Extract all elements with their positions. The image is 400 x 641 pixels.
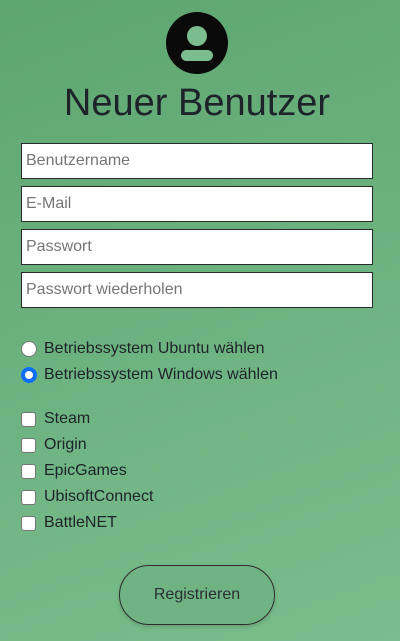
checkbox-battlenet[interactable]: BattleNET xyxy=(21,512,117,534)
checkbox-box[interactable] xyxy=(21,515,36,531)
avatar xyxy=(166,12,228,74)
username-input[interactable] xyxy=(21,143,373,179)
checkbox-box[interactable] xyxy=(21,437,36,453)
radio-label-ubuntu: Betriebssystem Ubuntu wählen xyxy=(44,340,265,357)
checkbox-label-steam: Steam xyxy=(44,410,91,427)
checkbox-box[interactable] xyxy=(21,411,36,427)
checkbox-ubisoftconnect[interactable]: UbisoftConnect xyxy=(21,486,153,508)
password-repeat-input[interactable] xyxy=(21,272,373,308)
checkbox-box[interactable] xyxy=(21,463,36,479)
radio-label-windows: Betriebssystem Windows wählen xyxy=(44,366,278,383)
radio-os-windows[interactable]: Betriebssystem Windows wählen xyxy=(21,364,278,386)
checkbox-label-battlenet: BattleNET xyxy=(44,514,117,531)
checkbox-steam[interactable]: Steam xyxy=(21,408,90,430)
radio-os-ubuntu[interactable]: Betriebssystem Ubuntu wählen xyxy=(21,338,265,360)
page-title: Neuer Benutzer xyxy=(63,82,331,124)
password-input[interactable] xyxy=(21,229,373,265)
radio-button-unchecked[interactable] xyxy=(21,341,37,357)
checkbox-origin[interactable]: Origin xyxy=(21,434,87,456)
checkbox-epicgames[interactable]: EpicGames xyxy=(21,460,127,482)
user-avatar-icon xyxy=(166,12,228,74)
checkbox-label-epicgames: EpicGames xyxy=(44,462,127,479)
checkbox-label-origin: Origin xyxy=(44,436,87,453)
radio-button-checked[interactable] xyxy=(21,367,37,383)
register-button[interactable]: Registrieren xyxy=(119,565,275,625)
checkbox-box[interactable] xyxy=(21,489,36,505)
checkbox-label-ubisoftconnect: UbisoftConnect xyxy=(44,488,154,505)
email-input[interactable] xyxy=(21,186,373,222)
